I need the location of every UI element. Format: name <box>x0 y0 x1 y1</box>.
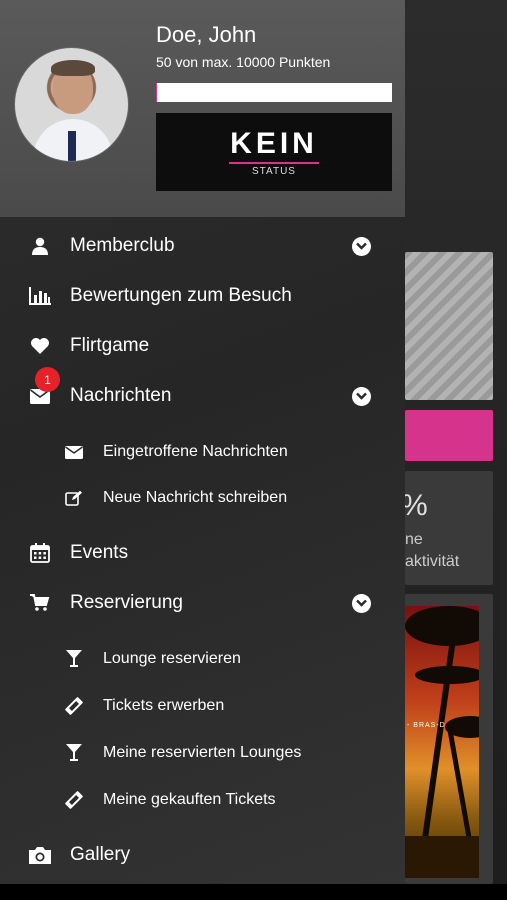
submenu-label-meine-tickets: Meine gekauften Tickets <box>103 791 276 808</box>
stats-line-1: ne <box>405 531 423 548</box>
heart-icon <box>29 335 51 357</box>
system-bottom-bar <box>0 884 507 900</box>
menu-label-bewertungen: Bewertungen zum Besuch <box>70 285 292 306</box>
unread-badge: 1 <box>35 367 60 392</box>
cocktail-glass-icon <box>64 649 84 669</box>
menu-label-flirtgame: Flirtgame <box>70 335 150 356</box>
menu-item-flirtgame[interactable]: Flirtgame <box>0 324 405 368</box>
navigation-drawer: Doe, John 50 von max. 10000 Punkten KEIN… <box>0 0 405 884</box>
edit-icon <box>64 488 84 508</box>
status-badge: KEIN STATUS <box>156 113 392 191</box>
submenu-item-eingetroffene[interactable]: Eingetroffene Nachrichten <box>0 432 405 472</box>
background-stats-card: % ne aktivität <box>401 471 493 585</box>
avatar[interactable] <box>14 47 129 162</box>
camera-icon <box>29 844 51 866</box>
drawer-header: Doe, John 50 von max. 10000 Punkten KEIN… <box>0 0 405 217</box>
background-event-poster[interactable]: - BRAS-D <box>405 594 493 884</box>
shopping-cart-icon <box>29 592 51 614</box>
menu-label-memberclub: Memberclub <box>70 235 175 256</box>
submenu-item-meine-tickets[interactable]: Meine gekauften Tickets <box>0 780 405 820</box>
chevron-down-icon[interactable] <box>352 593 371 613</box>
status-subtitle: STATUS <box>252 166 296 177</box>
calendar-icon <box>29 542 51 564</box>
user-icon <box>29 235 51 257</box>
ticket-icon <box>64 696 84 716</box>
submenu-item-tickets-erwerben[interactable]: Tickets erwerben <box>0 686 405 726</box>
menu-label-nachrichten: Nachrichten <box>70 385 172 406</box>
user-name: Doe, John <box>156 22 257 47</box>
submenu-item-meine-lounges[interactable]: Meine reservierten Lounges <box>0 733 405 773</box>
stats-percent: % <box>401 489 428 522</box>
menu-item-reservierung[interactable]: Reservierung <box>0 581 405 625</box>
chevron-down-icon[interactable] <box>352 386 371 406</box>
submenu-label-eingetroffene: Eingetroffene Nachrichten <box>103 443 288 460</box>
bar-chart-icon <box>29 285 51 307</box>
chevron-down-icon[interactable] <box>352 236 371 256</box>
poster-image: - BRAS-D <box>405 606 479 878</box>
submenu-label-lounge-reservieren: Lounge reservieren <box>103 650 241 667</box>
background-pink-button[interactable] <box>405 410 493 461</box>
stats-line-2: aktivität <box>405 553 460 570</box>
points-progress-bar <box>156 83 392 102</box>
menu-label-reservierung: Reservierung <box>70 592 183 613</box>
menu-item-bewertungen[interactable]: Bewertungen zum Besuch <box>0 274 405 318</box>
ticket-icon <box>64 790 84 810</box>
menu-item-gallery[interactable]: Gallery <box>0 833 405 877</box>
menu-label-gallery: Gallery <box>70 844 131 865</box>
submenu-label-meine-lounges: Meine reservierten Lounges <box>103 744 302 761</box>
user-points: 50 von max. 10000 Punkten <box>156 54 331 70</box>
submenu-label-tickets-erwerben: Tickets erwerben <box>103 697 225 714</box>
poster-text: - BRAS-D <box>407 722 446 729</box>
submenu-label-neue-nachricht: Neue Nachricht schreiben <box>103 489 288 506</box>
points-progress-fill <box>156 83 158 102</box>
menu-item-memberclub[interactable]: Memberclub <box>0 224 405 268</box>
status-divider <box>229 162 319 164</box>
cocktail-glass-icon <box>64 743 84 763</box>
envelope-icon <box>64 442 84 462</box>
submenu-item-lounge-reservieren[interactable]: Lounge reservieren <box>0 639 405 679</box>
menu-item-nachrichten[interactable]: 1 Nachrichten <box>0 367 405 418</box>
status-title: KEIN <box>230 127 318 160</box>
menu-label-events: Events <box>70 542 129 563</box>
submenu-item-neue-nachricht[interactable]: Neue Nachricht schreiben <box>0 478 405 518</box>
menu-item-events[interactable]: Events <box>0 531 405 575</box>
background-image-card[interactable] <box>405 252 493 400</box>
